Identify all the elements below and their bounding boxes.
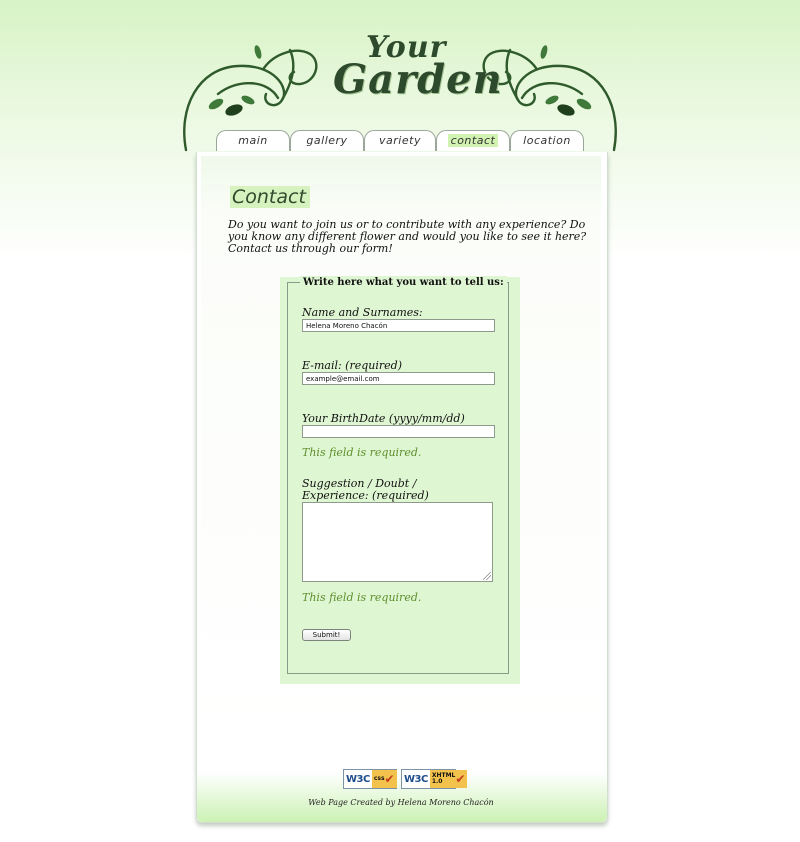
checkmark-icon: ✔ <box>384 772 395 786</box>
resize-grip-icon[interactable] <box>483 572 491 580</box>
tab-variety[interactable]: variety <box>364 130 436 151</box>
contact-form: Write here what you want to tell us: Nam… <box>280 276 520 684</box>
tab-main-label: main <box>238 134 268 147</box>
birthdate-error: This field is required. <box>302 446 422 459</box>
footer-credit: Web Page Created by Helena Moreno Chacón <box>308 798 494 807</box>
checkmark-icon: ✔ <box>455 772 466 786</box>
submit-button[interactable]: Submit! <box>302 629 351 641</box>
email-input[interactable]: example@email.com <box>302 372 495 385</box>
suggestion-label: Suggestion / Doubt / Experience: (requir… <box>302 477 429 502</box>
suggestion-textarea[interactable] <box>302 502 493 582</box>
w3c-css-badge[interactable]: W3C css ✔ <box>343 769 397 789</box>
tab-gallery-label: gallery <box>306 134 348 147</box>
w3c-logo-text: W3C <box>346 773 370 785</box>
tab-contact[interactable]: contact <box>436 130 510 151</box>
suggestion-error: This field is required. <box>302 591 422 604</box>
tab-variety-label: variety <box>379 134 421 147</box>
w3c-logo-text: W3C <box>404 773 428 785</box>
page-title: Contact <box>230 186 310 208</box>
w3c-xhtml-badge[interactable]: W3C XHTML 1.0 ✔ <box>401 769 468 789</box>
intro-paragraph: Do you want to join us or to contribute … <box>228 218 587 255</box>
logo-text-garden: Garden <box>333 56 503 103</box>
tab-location-label: location <box>523 134 571 147</box>
form-legend: Write here what you want to tell us: <box>300 276 507 289</box>
email-label: E-mail: (required) <box>302 359 402 372</box>
xhtml-badge-version: 1.0 <box>431 778 443 785</box>
tab-main[interactable]: main <box>216 130 290 151</box>
css-badge-tag: css ✔ <box>371 770 397 788</box>
tab-contact-label: contact <box>447 134 499 147</box>
birthdate-input[interactable] <box>302 425 495 438</box>
xhtml-badge-text: XHTML 1.0 <box>432 773 456 785</box>
xhtml-badge-tag: XHTML 1.0 ✔ <box>429 770 468 788</box>
tab-gallery[interactable]: gallery <box>290 130 364 151</box>
tab-location[interactable]: location <box>510 130 584 151</box>
site-container: Your Garden main gallery variety contact… <box>0 0 800 842</box>
css-badge-label: css <box>373 775 385 782</box>
form-fieldset: Write here what you want to tell us: Nam… <box>287 276 509 674</box>
name-input[interactable]: Helena Moreno Chacón <box>302 319 495 332</box>
